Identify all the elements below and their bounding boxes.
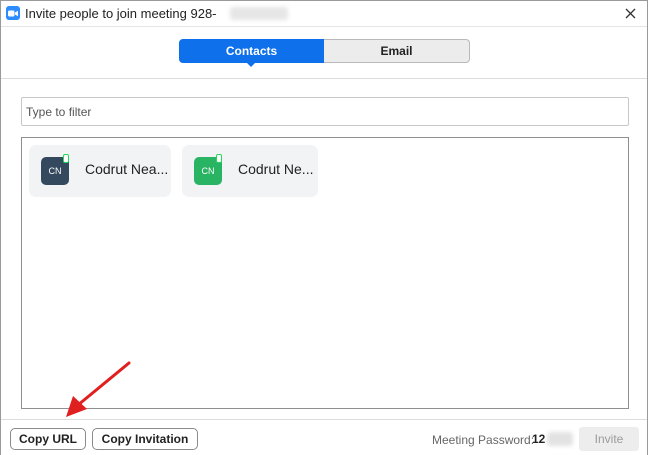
tab-bar: Contacts Email [1, 26, 647, 79]
contact-card[interactable]: CN Codrut Ne... [182, 145, 318, 197]
copy-invitation-button[interactable]: Copy Invitation [92, 428, 198, 450]
invite-dialog: Invite people to join meeting 928- Conta… [0, 0, 648, 455]
redacted-meeting-id [230, 7, 288, 20]
filter-input[interactable] [21, 97, 629, 126]
copy-url-button[interactable]: Copy URL [10, 428, 86, 450]
password-label: Meeting Password: [432, 433, 535, 447]
title-bar: Invite people to join meeting 928- [1, 1, 647, 26]
contact-name: Codrut Nea... [85, 161, 169, 177]
active-tab-pointer [246, 62, 256, 67]
password-value: 12 [532, 432, 546, 446]
invite-button[interactable]: Invite [579, 427, 639, 451]
window-title: Invite people to join meeting 928- [25, 6, 217, 21]
contact-card[interactable]: CN Codrut Nea... [29, 145, 171, 197]
presence-status-icon [63, 154, 69, 163]
contact-list: CN Codrut Nea... CN Codrut Ne... [21, 137, 629, 409]
close-icon[interactable] [621, 4, 639, 22]
contact-name: Codrut Ne... [238, 161, 314, 177]
presence-status-icon [216, 154, 222, 163]
tab-contacts[interactable]: Contacts [179, 39, 324, 63]
tab-email[interactable]: Email [324, 39, 470, 63]
zoom-camera-icon [6, 6, 20, 20]
redacted-password [547, 432, 573, 446]
footer-bar: Copy URL Copy Invitation Meeting Passwor… [1, 419, 647, 455]
